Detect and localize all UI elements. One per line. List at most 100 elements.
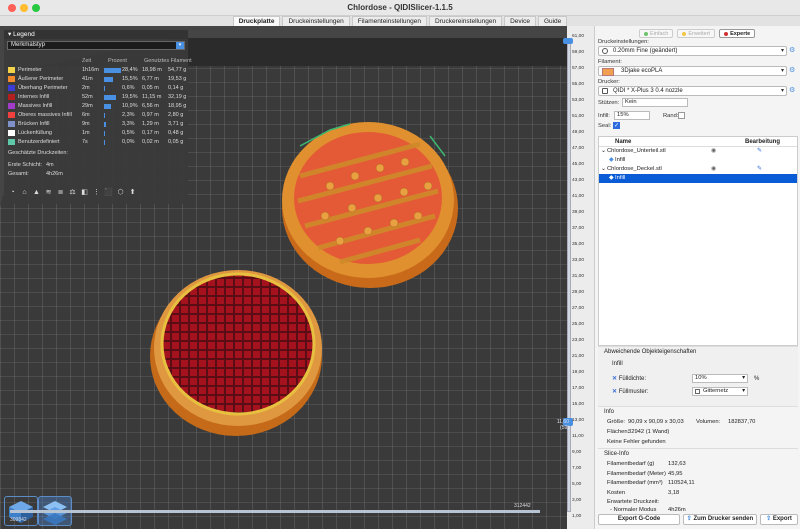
legend-row[interactable]: Perimeter 1h16m 28,4% 18,98 m 54,77 g (8, 66, 186, 75)
tool-marker-icon[interactable]: ⬆ (128, 188, 137, 197)
seams-icon[interactable]: ≣ (56, 188, 65, 197)
tab-filamenteinstellungen[interactable]: Filamenteinstellungen (351, 16, 427, 26)
legend-item-time: 1m (82, 130, 90, 136)
tool-change-icon[interactable]: ⚖ (68, 188, 77, 197)
legend-row[interactable]: Überhang Perimeter 2m 0,6% 0,05 m 0,14 g (8, 84, 186, 93)
tab-druckplatte[interactable]: Druckplatte (232, 16, 281, 26)
main-tabs: Druckplatte Druckeinstellungen Filamente… (0, 16, 800, 26)
legend-row[interactable]: Brücken Infill 9m 3,3% 1,29 m 3,71 g (8, 120, 186, 129)
object-properties-panel: Abweichende Objekteigenschaften Infill ✕… (598, 346, 798, 406)
remove-icon[interactable]: ✕ (612, 376, 617, 382)
eye-icon[interactable]: ◉ (711, 148, 716, 154)
printer-combo[interactable]: QIDI * X-Plus 3 0.4 nozzle ▾ (598, 86, 787, 96)
legend-item-length: 0,17 m (142, 130, 159, 136)
seal-checkbox[interactable]: ✓ (613, 122, 620, 129)
layer-tick-label: 53,00 (572, 98, 585, 103)
legend-item-time: 6m (82, 112, 90, 118)
legend-item-name: Internes Infill (18, 94, 50, 100)
first-layer-value: 4m (46, 162, 54, 168)
slice-info-value: 132,63 (668, 461, 686, 467)
tab-device[interactable]: Device (504, 16, 536, 26)
legend-item-bar (104, 95, 116, 100)
legend-row[interactable]: Oberes massives Infill 6m 2,3% 0,97 m 2,80 g (8, 111, 186, 120)
infill-combo[interactable]: 15% (614, 111, 650, 120)
print-settings-combo[interactable]: 0.20mm Fine (geändert) ▾ (598, 46, 787, 56)
legend-panel: ▾ Legend Merkmalstyp ▾ Zeit Prozent Genu… (4, 30, 192, 204)
mode-advanced-button[interactable]: Erweitert (677, 29, 716, 38)
faces-value: 32942 (1 Wand) (628, 429, 670, 435)
object-row[interactable]: ⌄ Chlordose_Unterteil.stl ◉ ✎ (599, 147, 797, 156)
mode-advanced-dot (682, 31, 687, 36)
legend-row[interactable]: Massives Infill 29m 10,9% 6,56 m 18,95 g (8, 102, 186, 111)
horizontal-move-slider[interactable] (10, 510, 540, 513)
legend-item-percent: 2,3% (122, 112, 135, 118)
density-combo[interactable]: 10% ▾ (692, 374, 748, 383)
pattern-combo[interactable]: Gitternetz ▾ (692, 387, 748, 396)
gear-icon[interactable]: ⚙ (789, 67, 797, 75)
legend-item-time: 29m (82, 103, 93, 109)
brim-checkbox[interactable] (678, 112, 685, 119)
legend-item-percent: 28,4% (122, 67, 138, 73)
slice-info-value: 3,18 (668, 489, 680, 496)
export-gcode-button[interactable]: Export G-Code (598, 514, 680, 525)
total-value: 4h26m (46, 171, 63, 177)
legend-toolbar: ◔ ⌂ ▲ ≋ ≣ ⚖ ◧ ⋮ ⬛ ⬡ ⬆ (8, 188, 137, 197)
mode-expert-label: Experte (730, 31, 751, 37)
object-subrow[interactable]: ◆ Infill (599, 156, 797, 165)
eye-icon[interactable]: ◉ (711, 166, 716, 172)
legend-swatch (8, 130, 15, 136)
tab-druckeinstellungen[interactable]: Druckeinstellungen (282, 16, 350, 26)
legend-row[interactable]: Äußerer Perimeter 41m 15,5% 6,77 m 19,53 g (8, 75, 186, 84)
mode-simple-label: Einfach (650, 31, 669, 37)
export-label: Export (772, 516, 792, 522)
wipe-icon[interactable]: ⌂ (20, 188, 29, 197)
mode-expert-button[interactable]: Experte (719, 29, 756, 38)
supports-combo[interactable]: Kein (622, 98, 688, 107)
legend-row[interactable]: Internes Infill 52m 19,5% 11,15 m 32,19 g (8, 93, 186, 102)
infill-value: 15% (617, 112, 629, 118)
layer-slider-track[interactable] (567, 40, 571, 512)
layer-tick-label: 43,00 (572, 178, 585, 183)
object-subrow[interactable]: ◆ Infill (599, 174, 797, 183)
tab-druckereinstellungen[interactable]: Druckereinstellungen (429, 16, 503, 26)
shells-icon[interactable]: ⬡ (116, 188, 125, 197)
layer-tick-label: 19,00 (572, 370, 585, 375)
view-type-dropdown[interactable]: Merkmalstyp ▾ (7, 41, 185, 50)
object-row[interactable]: ⌄ Chlordose_Deckel.stl ◉ ✎ (599, 165, 797, 174)
chevron-down-icon: ▾ (780, 88, 784, 94)
pause-icon[interactable]: ⋮ (92, 188, 101, 197)
layer-tick-label: 3,00 (572, 498, 582, 503)
col-edit: Bearbeitung (745, 139, 781, 145)
mode-simple-button[interactable]: Einfach (639, 29, 674, 38)
gear-icon[interactable]: ⚙ (789, 47, 797, 55)
legend-row[interactable]: Lückenfüllung 1m 0,5% 0,17 m 0,48 g (8, 129, 186, 138)
legend-swatch (8, 112, 15, 118)
tab-guide[interactable]: Guide (537, 16, 568, 26)
pattern-value: Gitternetz (703, 388, 729, 394)
filament-combo[interactable]: 3Djake ecoPLA ▾ (598, 66, 787, 76)
chevron-down-icon[interactable]: ⌄ (601, 166, 606, 172)
export-buttons: Export G-Code ⇪ Zum Drucker senden ⇪ Exp… (595, 512, 800, 529)
legend-item-time: 1h16m (82, 67, 99, 73)
custom-gcode-icon[interactable]: ⬛ (104, 188, 113, 197)
edit-icon[interactable]: ✎ (757, 166, 762, 172)
legend-header[interactable]: ▾ Legend (4, 30, 188, 39)
layer-tick-label: 21,00 (572, 354, 585, 359)
retract-icon[interactable]: ▲ (32, 188, 41, 197)
legend-row[interactable]: Benutzerdefiniert 7s 0,0% 0,02 m 0,05 g (8, 138, 186, 147)
size-label: Größe: (607, 419, 626, 425)
layer-tick-label: 51,00 (572, 114, 585, 119)
gear-icon[interactable]: ⚙ (789, 87, 797, 95)
remove-icon[interactable]: ✕ (612, 389, 617, 395)
layer-tick-label: 55,00 (572, 82, 585, 87)
travel-icon[interactable]: ◔ (8, 188, 17, 197)
supports-label: Stützen: (598, 100, 620, 106)
edit-icon[interactable]: ✎ (757, 148, 762, 154)
color-change-icon[interactable]: ◧ (80, 188, 89, 197)
chevron-down-icon[interactable]: ⌄ (601, 148, 606, 154)
legend-item-weight: 2,80 g (168, 112, 184, 118)
title-bar: Chlordose - QIDISlicer-1.1.5 (0, 0, 800, 16)
send-to-printer-button[interactable]: ⇪ Zum Drucker senden (683, 514, 757, 525)
deretract-icon[interactable]: ≋ (44, 188, 53, 197)
export-button[interactable]: ⇪ Export (760, 514, 798, 525)
